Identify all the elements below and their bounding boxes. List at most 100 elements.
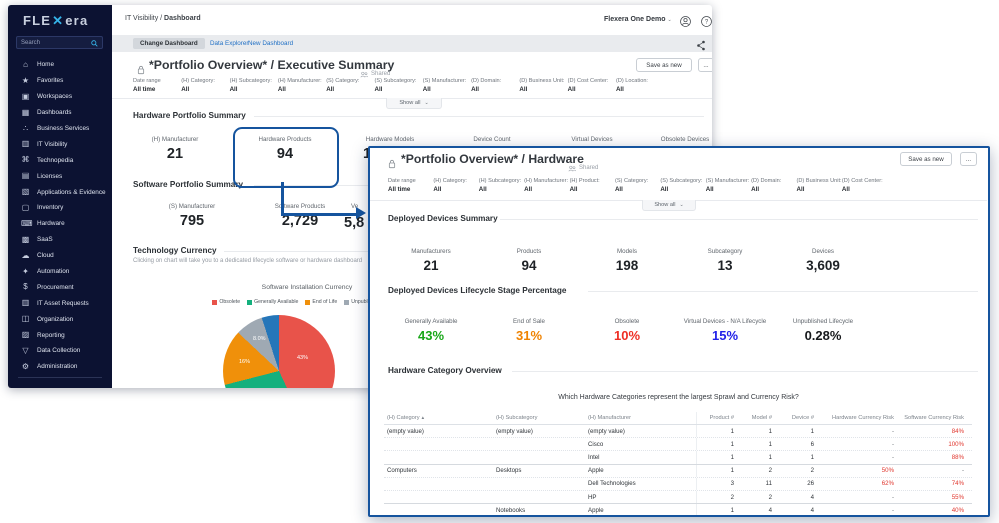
more-options-button[interactable]: ...: [698, 58, 712, 72]
filter-s-category[interactable]: (S) Category:All: [615, 178, 660, 193]
stat-models: Models198: [578, 240, 676, 273]
data-collection-icon: ▽: [21, 347, 30, 355]
sidebar-item-business-services[interactable]: ∴Business Services: [8, 121, 112, 137]
stat-subcategory: Subcategory13: [676, 240, 774, 273]
technopedia-icon: ⌘: [21, 156, 30, 164]
hardware-dashboard-window: *Portfolio Overview* / Hardware Shared S…: [368, 146, 990, 517]
show-all-button[interactable]: Show all⌄: [642, 200, 696, 211]
stat-generally-available: Generally Available43%: [382, 310, 480, 343]
col-header-model-count[interactable]: Model #: [734, 415, 772, 421]
legend-swatch: [212, 300, 217, 305]
filter-d-domain[interactable]: (D) Domain:All: [471, 78, 519, 93]
filter-h-category[interactable]: (H) Category:All: [181, 78, 229, 93]
help-icon[interactable]: ?: [701, 14, 712, 25]
organization-icon: ◫: [21, 315, 30, 323]
sidebar-item-home[interactable]: ⌂Home: [8, 57, 112, 73]
filter-bar: Date rangeAll time (H) Category:All (H) …: [388, 178, 887, 193]
sidebar-item-procurement[interactable]: $Procurement: [8, 279, 112, 295]
show-all-button[interactable]: Show all⌄: [386, 98, 442, 109]
section-title-hardware-summary: Hardware Portfolio Summary: [133, 111, 246, 120]
filter-h-product[interactable]: (H) Product:All: [570, 178, 615, 193]
category-risk-table: (H) Category▲ (H) Subcategory (H) Manufa…: [384, 412, 972, 517]
sidebar-item-cloud[interactable]: ☁Cloud: [8, 248, 112, 264]
sidebar-item-organization[interactable]: ◫Organization: [8, 311, 112, 327]
save-as-new-button[interactable]: Save as new: [636, 58, 692, 72]
stat-h-manufacturer: (H) Manufacturer21: [120, 136, 230, 162]
chevron-down-icon: ⌄: [424, 100, 428, 106]
filter-s-subcategory[interactable]: (S) Subcategory:All: [660, 178, 705, 193]
annotation-arrow-vertical: [281, 182, 284, 215]
sidebar-item-saas[interactable]: ▩SaaS: [8, 232, 112, 248]
filter-s-subcategory[interactable]: (S) Subcategory:All: [374, 78, 422, 93]
filter-d-cost-center[interactable]: (D) Cost Center:All: [568, 78, 616, 93]
section-divider: [254, 116, 704, 117]
col-header-subcategory[interactable]: (H) Subcategory: [496, 415, 588, 421]
business-services-icon: ∴: [21, 125, 30, 133]
sidebar-item-applications-evidence[interactable]: ▧Applications & Evidence: [8, 184, 112, 200]
filter-h-manufacturer[interactable]: (H) Manufacturer:All: [278, 78, 326, 93]
filter-date-range[interactable]: Date rangeAll time: [388, 178, 433, 193]
stat-device-count: Device Count: [437, 136, 547, 146]
filter-d-domain[interactable]: (D) Domain:All: [751, 178, 796, 193]
pie-label-unpublished: 8.0%: [253, 336, 266, 342]
sidebar-item-administration[interactable]: ⚙Administration: [8, 359, 112, 375]
filter-h-category[interactable]: (H) Category:All: [433, 178, 478, 193]
sidebar-item-favorites[interactable]: ★Favorites: [8, 73, 112, 89]
filter-h-manufacturer[interactable]: (H) Manufacturer:All: [524, 178, 569, 193]
gear-icon: ⚙: [21, 363, 30, 371]
filter-d-business-unit[interactable]: (D) Business Unit:All: [797, 178, 842, 193]
search-input[interactable]: Search: [16, 36, 103, 49]
legend-swatch: [247, 300, 252, 305]
lock-icon: [388, 156, 396, 174]
filter-h-subcategory[interactable]: (H) Subcategory:All: [479, 178, 524, 193]
change-dashboard-button[interactable]: Change Dashboard: [133, 38, 205, 49]
tab-new-dashboard[interactable]: New Dashboard: [248, 40, 293, 47]
filter-d-business-unit[interactable]: (D) Business Unit:All: [519, 78, 567, 93]
automation-icon: ✦: [21, 268, 30, 276]
filter-s-manufacturer[interactable]: (S) Manufacturer:All: [706, 178, 751, 193]
it-visibility-icon: ▥: [21, 140, 30, 148]
people-icon: [568, 159, 576, 177]
stat-products: Products94: [480, 240, 578, 273]
account-menu[interactable]: Flexera One Demo⌄: [604, 16, 672, 23]
col-header-hw-currency-risk[interactable]: Hardware Currency Risk: [814, 415, 894, 421]
filter-s-category[interactable]: (S) Category:All: [326, 78, 374, 93]
table-row: NotebooksApple144-40%: [384, 504, 972, 517]
col-header-category[interactable]: (H) Category▲: [384, 415, 496, 421]
filter-date-range[interactable]: Date rangeAll time: [133, 78, 181, 93]
sidebar-item-reporting[interactable]: ▨Reporting: [8, 327, 112, 343]
sidebar-item-technopedia[interactable]: ⌘Technopedia: [8, 152, 112, 168]
col-header-product-count[interactable]: Product #: [696, 412, 734, 424]
sidebar-nav: ⌂Home ★Favorites ▣Workspaces ▦Dashboards…: [8, 57, 112, 375]
col-header-manufacturer[interactable]: (H) Manufacturer: [588, 415, 696, 421]
table-header-row: (H) Category▲ (H) Subcategory (H) Manufa…: [384, 412, 972, 425]
filter-d-cost-center[interactable]: (D) Cost Center:All: [842, 178, 887, 193]
col-header-device-count[interactable]: Device #: [772, 415, 814, 421]
section-title-technology-currency: Technology Currency: [133, 246, 217, 255]
sidebar-item-licenses[interactable]: ▤Licenses: [8, 168, 112, 184]
sidebar-item-dashboards[interactable]: ▦Dashboards: [8, 105, 112, 121]
save-as-new-button[interactable]: Save as new: [900, 152, 952, 166]
sidebar-item-workspaces[interactable]: ▣Workspaces: [8, 89, 112, 105]
stat-virtual-devices-na: Virtual Devices - N/A Lifecycle15%: [676, 310, 774, 343]
sidebar-item-automation[interactable]: ✦Automation: [8, 264, 112, 280]
sidebar-item-hardware[interactable]: ⌨Hardware: [8, 216, 112, 232]
sidebar-item-inventory[interactable]: ▢Inventory: [8, 200, 112, 216]
filter-d-location[interactable]: (D) Location:All: [616, 78, 664, 93]
user-icon[interactable]: [680, 14, 691, 25]
software-currency-pie[interactable]: 43% 16% 8.0%: [223, 315, 335, 388]
stat-devices: Devices3,609: [774, 240, 872, 273]
filter-h-subcategory[interactable]: (H) Subcategory:All: [230, 78, 278, 93]
shared-badge: Shared: [568, 159, 598, 177]
more-options-button[interactable]: ...: [960, 152, 977, 166]
sidebar-item-data-collection[interactable]: ▽Data Collection: [8, 343, 112, 359]
table-row: Intel111-88%: [384, 451, 972, 464]
sidebar-item-it-asset-requests[interactable]: ▥IT Asset Requests: [8, 295, 112, 311]
col-header-sw-currency-risk[interactable]: Software Currency Risk: [894, 415, 967, 421]
filter-s-manufacturer[interactable]: (S) Manufacturer:All: [423, 78, 471, 93]
tab-data-explorer[interactable]: Data Explorer: [210, 40, 249, 47]
pie-label-obsolete: 43%: [297, 355, 308, 361]
sidebar-item-it-visibility[interactable]: ▥IT Visibility: [8, 136, 112, 152]
share-icon[interactable]: [696, 38, 706, 56]
page-title: *Portfolio Overview* / Executive Summary: [149, 58, 394, 72]
